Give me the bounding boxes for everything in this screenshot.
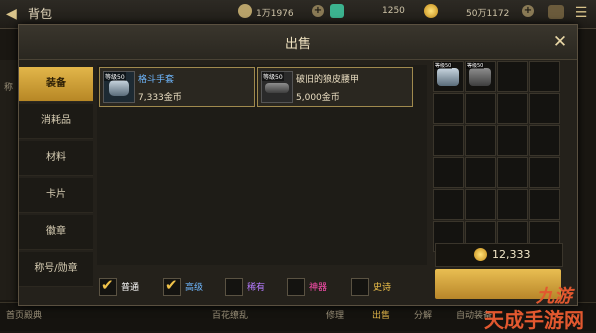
check-icon: ✔ — [101, 276, 114, 294]
check-icon: ✔ — [165, 276, 178, 294]
gloves-icon: 等级50 — [103, 71, 135, 103]
grid-slot[interactable] — [433, 189, 464, 220]
belt-icon: 等级50 — [261, 71, 293, 103]
menu-icon[interactable]: ☰ — [572, 4, 590, 22]
grid-slot[interactable] — [497, 61, 528, 92]
grid-slot[interactable] — [529, 157, 560, 188]
page-title: 背包 — [28, 7, 53, 21]
grid-slot[interactable] — [465, 125, 496, 156]
add-coins-button[interactable]: + — [312, 5, 324, 17]
total-price: 12,333 — [492, 248, 531, 261]
gem-icon — [330, 4, 344, 18]
gold-coin-icon — [474, 248, 487, 261]
currency-coins: 1万1976 — [256, 9, 294, 19]
grid-slot[interactable] — [529, 125, 560, 156]
list-item[interactable]: 等级50 破旧的狼皮腰甲 5,000金币 — [257, 67, 413, 107]
checkbox-rare[interactable] — [225, 278, 243, 296]
grid-slot[interactable] — [497, 157, 528, 188]
list-item[interactable]: 等级50 格斗手套 7,333金币 — [99, 67, 255, 107]
grid-slot[interactable] — [465, 157, 496, 188]
filter-label: 神器 — [309, 283, 328, 293]
tab-titles-medals[interactable]: 称号/勋章 — [19, 252, 93, 287]
watermark-logo: 九游 天成手游网 — [480, 280, 592, 332]
grid-slot[interactable] — [529, 189, 560, 220]
item-level: 等级50 — [434, 62, 453, 69]
checkbox-epic[interactable] — [351, 278, 369, 296]
item-price: 5,000金币 — [296, 93, 340, 103]
grid-slot[interactable] — [497, 93, 528, 124]
category-tabs: 装备 消耗品 材料 卡片 徽章 称号/勋章 — [19, 67, 93, 289]
grid-slot[interactable] — [433, 93, 464, 124]
item-level: 等级50 — [466, 62, 485, 69]
tab-consumables[interactable]: 消耗品 — [19, 104, 93, 139]
grid-slot[interactable] — [497, 189, 528, 220]
background-bottom-left: 首页殿典 — [6, 311, 43, 321]
filter-label: 史诗 — [373, 283, 392, 293]
background-tab-disassemble[interactable]: 分解 — [414, 308, 432, 321]
tab-equipment[interactable]: 装备 — [19, 67, 93, 102]
grid-slot[interactable] — [433, 125, 464, 156]
add-gold-button[interactable]: + — [522, 5, 534, 17]
filter-label: 高级 — [185, 283, 204, 293]
currency-gems: 1250 — [382, 6, 405, 16]
checkbox-normal[interactable]: ✔ — [99, 276, 117, 296]
background-side-label: 称 — [4, 83, 14, 93]
background-tab-repair[interactable]: 修理 — [326, 308, 344, 321]
grid-slot[interactable] — [529, 93, 560, 124]
watermark-text: 天成手游网 — [484, 308, 584, 332]
grid-slot[interactable] — [465, 93, 496, 124]
grid-slot[interactable] — [433, 157, 464, 188]
filter-label: 稀有 — [247, 283, 266, 293]
grid-slot[interactable]: 等级50 — [465, 61, 496, 92]
grid-slot[interactable] — [529, 61, 560, 92]
background-side-panel: 称 — [0, 60, 18, 300]
close-icon[interactable]: ✕ — [549, 31, 571, 53]
selected-items-grid: 等级50 等级50 — [433, 61, 563, 252]
item-level: 等级50 — [262, 72, 284, 81]
sell-dialog: 出售 ✕ 装备 消耗品 材料 卡片 徽章 称号/勋章 等级50 格斗手套 7,3… — [18, 24, 578, 306]
grid-slot[interactable] — [497, 125, 528, 156]
checkbox-artifact[interactable] — [287, 278, 305, 296]
filter-label: 普通 — [121, 283, 140, 293]
c-coin-icon — [238, 4, 252, 18]
gloves-icon — [437, 68, 459, 86]
item-name: 破旧的狼皮腰甲 — [296, 75, 360, 85]
dialog-header: 出售 ✕ — [19, 25, 577, 60]
chest-icon[interactable] — [548, 5, 564, 19]
belt-icon — [469, 68, 491, 86]
sellable-item-list: 等级50 格斗手套 7,333金币 等级50 破旧的狼皮腰甲 5,000金币 — [97, 65, 427, 265]
back-arrow-icon[interactable]: ◀ — [6, 4, 22, 24]
checkbox-advanced[interactable]: ✔ — [163, 276, 181, 296]
grid-slot[interactable]: 等级50 — [433, 61, 464, 92]
tab-emblems[interactable]: 徽章 — [19, 215, 93, 250]
gold-coin-icon — [424, 4, 438, 18]
dialog-title: 出售 — [284, 37, 311, 52]
total-price-bar: 12,333 — [435, 243, 563, 267]
item-price: 7,333金币 — [138, 93, 182, 103]
currency-gold: 50万1172 — [466, 9, 510, 19]
item-level: 等级50 — [104, 72, 126, 81]
item-name: 格斗手套 — [138, 75, 175, 85]
tab-cards[interactable]: 卡片 — [19, 178, 93, 213]
background-bottom-mid: 百花缭乱 — [212, 311, 249, 321]
background-tab-sell[interactable]: 出售 — [372, 308, 390, 321]
grid-slot[interactable] — [465, 189, 496, 220]
tab-materials[interactable]: 材料 — [19, 141, 93, 176]
